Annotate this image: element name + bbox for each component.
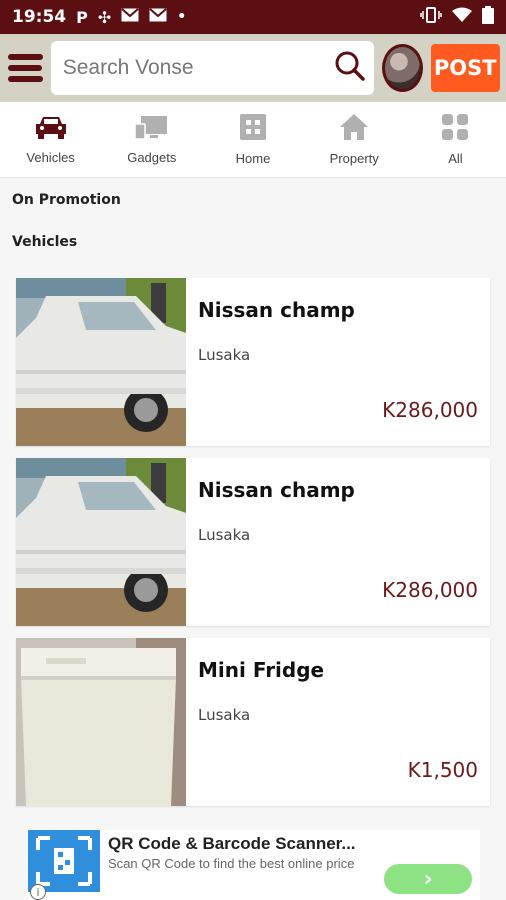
- listing-image-fridge: [16, 638, 186, 806]
- category-label: Gadgets: [127, 150, 177, 165]
- listing-image-truck: [16, 458, 186, 626]
- listing-price: K1,500: [407, 758, 478, 782]
- search-input[interactable]: [62, 56, 334, 80]
- battery-icon: [482, 5, 494, 29]
- listing-location: Lusaka: [198, 706, 251, 724]
- listing-price: K286,000: [382, 398, 478, 422]
- category-label: All: [448, 151, 463, 166]
- category-home[interactable]: Home: [202, 102, 303, 177]
- app-bar: POST: [0, 34, 506, 102]
- listing-title: Mini Fridge: [198, 658, 325, 682]
- gmail-icon: [149, 7, 167, 28]
- house-icon: [339, 113, 369, 145]
- category-label: Vehicles: [26, 150, 75, 165]
- listing-title: Nissan champ: [198, 478, 355, 502]
- all-grid-icon: [441, 113, 469, 145]
- home-grid-icon: [239, 113, 267, 145]
- gmail-icon: [121, 7, 139, 28]
- avatar[interactable]: [381, 44, 423, 92]
- category-label: Property: [329, 151, 379, 166]
- listing-title: Nissan champ: [198, 298, 355, 322]
- vibrate-icon: [420, 6, 442, 28]
- search-box[interactable]: [50, 41, 374, 95]
- wifi-icon: [452, 7, 472, 28]
- section-title-promotion: On Promotion: [12, 192, 121, 208]
- ad-title: QR Code & Barcode Scanner...: [108, 834, 356, 853]
- menu-icon[interactable]: [8, 50, 43, 86]
- listing-location: Lusaka: [198, 346, 251, 364]
- dot-icon: •: [177, 9, 187, 25]
- listing-card[interactable]: Mini Fridge Lusaka K1,500: [16, 638, 490, 806]
- gadgets-icon: [133, 114, 171, 144]
- category-label: Home: [235, 151, 271, 166]
- listing-image-truck: [16, 278, 186, 446]
- status-time: 19:54: [12, 7, 67, 27]
- category-all[interactable]: All: [405, 102, 506, 177]
- search-icon[interactable]: [334, 50, 366, 86]
- ad-info-icon[interactable]: i: [30, 884, 46, 900]
- listing-card[interactable]: Nissan champ Lusaka K286,000: [16, 458, 490, 626]
- post-button[interactable]: POST: [430, 44, 500, 92]
- ad-cta-button[interactable]: ›: [384, 864, 472, 894]
- p-icon: P: [76, 7, 88, 27]
- slack-icon: ✣: [97, 7, 112, 27]
- listing-price: K286,000: [382, 578, 478, 602]
- category-vehicles[interactable]: Vehicles: [0, 102, 101, 177]
- car-icon: [34, 114, 68, 144]
- chevron-right-icon: ›: [423, 866, 433, 892]
- section-title-vehicles: Vehicles: [12, 234, 78, 250]
- qr-scanner-icon: [28, 830, 100, 892]
- status-bar: 19:54 P ✣ •: [0, 0, 506, 34]
- ad-banner[interactable]: QR Code & Barcode Scanner... Scan QR Cod…: [28, 830, 480, 900]
- category-bar: Vehicles Gadgets Home Property All: [0, 102, 506, 178]
- listing-card[interactable]: Nissan champ Lusaka K286,000: [16, 278, 490, 446]
- category-property[interactable]: Property: [304, 102, 405, 177]
- listing-list: Nissan champ Lusaka K286,000 Nissan cham…: [0, 278, 506, 806]
- category-gadgets[interactable]: Gadgets: [101, 102, 202, 177]
- listing-location: Lusaka: [198, 526, 251, 544]
